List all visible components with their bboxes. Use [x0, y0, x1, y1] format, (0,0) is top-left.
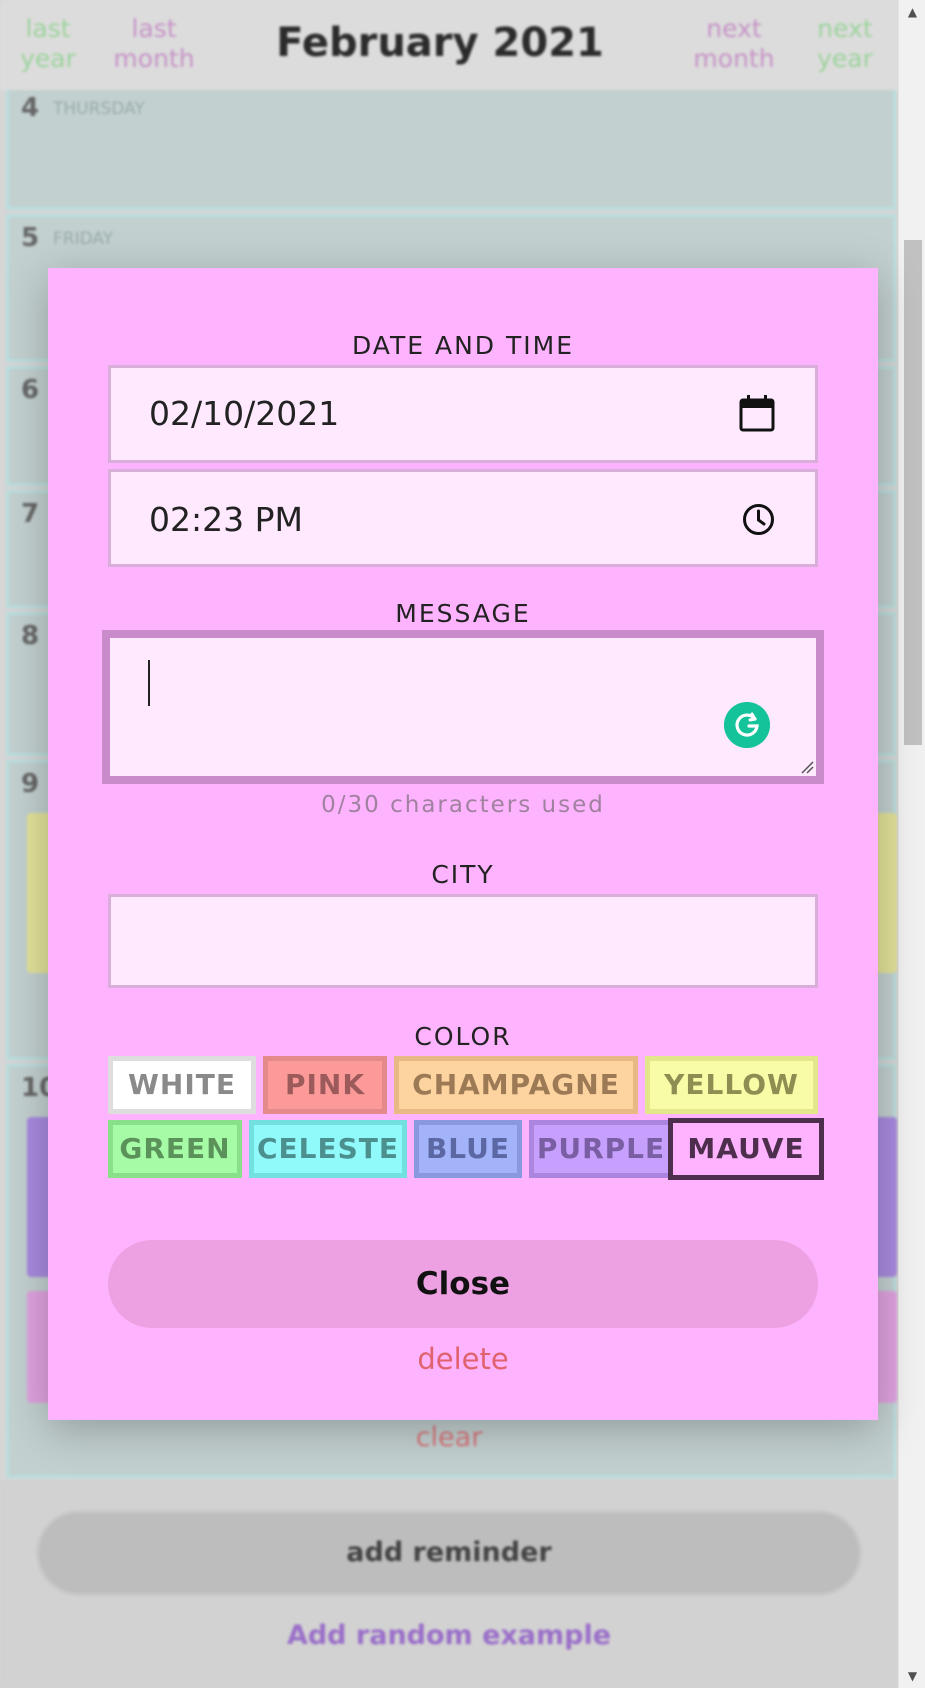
- close-button[interactable]: Close: [108, 1240, 818, 1328]
- color-label: COLOR: [414, 1022, 512, 1051]
- reminder-modal: DATE AND TIME 02/10/2021 02:23 PM MESSAG…: [48, 268, 878, 1420]
- color-option-green[interactable]: GREEN: [108, 1120, 242, 1178]
- day-name: FRIDAY: [53, 229, 114, 249]
- clock-icon[interactable]: [742, 503, 775, 536]
- resize-handle-icon[interactable]: [798, 758, 814, 774]
- time-value: 02:23 PM: [149, 500, 303, 539]
- color-option-purple[interactable]: PURPLE: [529, 1120, 673, 1178]
- message-textarea[interactable]: [102, 630, 824, 784]
- last-month-link[interactable]: last month: [104, 14, 204, 74]
- clear-link[interactable]: clear: [0, 1422, 898, 1453]
- color-option-pink[interactable]: PINK: [263, 1056, 387, 1114]
- date-value: 02/10/2021: [149, 394, 340, 433]
- scrollbar-thumb[interactable]: [904, 240, 922, 745]
- color-option-champagne[interactable]: CHAMPAGNE: [394, 1056, 638, 1114]
- day-cell-4[interactable]: 4 THURSDAY: [6, 84, 896, 210]
- day-number: 8: [21, 621, 40, 651]
- day-number: 5: [21, 223, 40, 253]
- color-option-white[interactable]: WHITE: [108, 1056, 256, 1114]
- delete-link[interactable]: delete: [48, 1342, 878, 1376]
- month-title: February 2021: [276, 20, 604, 66]
- color-option-celeste[interactable]: CELESTE: [249, 1120, 407, 1178]
- scroll-up-arrow-icon[interactable]: ▲: [899, 0, 925, 24]
- scroll-down-arrow-icon[interactable]: ▼: [899, 1664, 925, 1688]
- date-time-label: DATE AND TIME: [352, 331, 574, 360]
- color-option-blue[interactable]: BLUE: [414, 1120, 522, 1178]
- calendar-icon[interactable]: [739, 394, 775, 432]
- day-number: 4: [21, 93, 40, 123]
- grammarly-icon[interactable]: [724, 702, 770, 748]
- next-year-link[interactable]: next year: [812, 14, 878, 74]
- city-label: CITY: [431, 860, 495, 889]
- scrollbar[interactable]: ▲ ▼: [898, 0, 925, 1688]
- text-caret: [148, 660, 150, 706]
- color-option-mauve[interactable]: MAUVE: [668, 1118, 824, 1180]
- time-input[interactable]: 02:23 PM: [108, 469, 818, 567]
- add-reminder-button[interactable]: add reminder: [36, 1510, 862, 1596]
- month-nav-bar: last year last month February 2021 next …: [0, 0, 898, 90]
- add-random-example-link[interactable]: Add random example: [0, 1620, 898, 1651]
- message-label: MESSAGE: [395, 599, 531, 628]
- day-number: 9: [21, 769, 40, 799]
- day-number: 6: [21, 375, 40, 405]
- last-year-link[interactable]: last year: [16, 14, 80, 74]
- day-number: 7: [21, 499, 40, 529]
- city-input[interactable]: [108, 894, 818, 988]
- character-counter: 0/30 characters used: [321, 792, 605, 818]
- color-option-yellow[interactable]: YELLOW: [645, 1056, 818, 1114]
- next-month-link[interactable]: next month: [684, 14, 784, 74]
- day-name: THURSDAY: [53, 99, 145, 119]
- date-input[interactable]: 02/10/2021: [108, 365, 818, 463]
